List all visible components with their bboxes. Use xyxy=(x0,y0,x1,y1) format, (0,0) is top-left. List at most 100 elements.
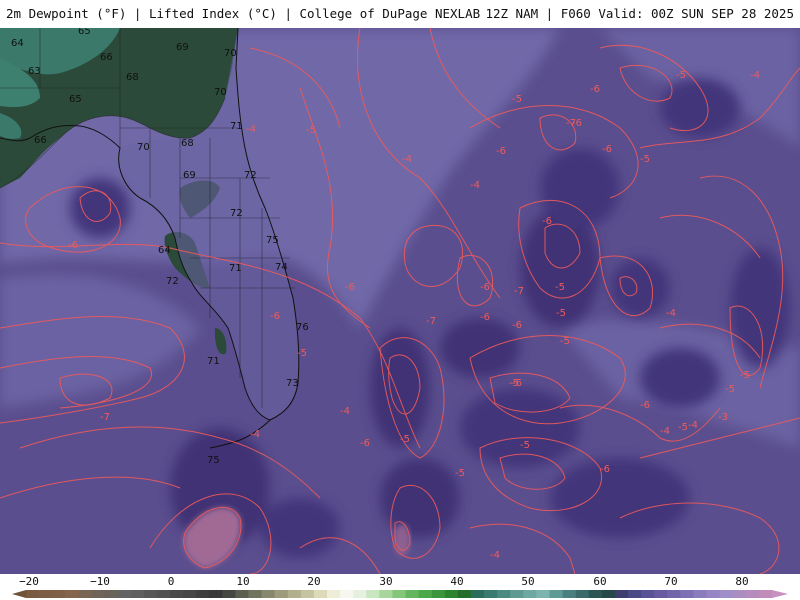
colorbar-cell xyxy=(130,590,145,598)
li-label: -5 xyxy=(509,378,519,389)
colorbar-cell xyxy=(235,590,249,598)
dewpoint-label: 64 xyxy=(158,245,171,256)
colorbar-cell xyxy=(706,590,721,598)
colorbar-cell xyxy=(209,590,223,598)
dewpoint-label: 72 xyxy=(166,276,179,287)
header-title-right: 12Z NAM | F060 Valid: 00Z SUN SEP 28 202… xyxy=(485,6,794,21)
li-label: -6 xyxy=(360,438,370,449)
li-label: -5 xyxy=(560,336,570,347)
colorbar: −20 −10 0 10 20 30 40 50 60 70 80 xyxy=(0,574,800,600)
dewpoint-label: 74 xyxy=(275,262,288,273)
colorbar-cell xyxy=(39,590,53,598)
li-label: -6 xyxy=(480,282,490,293)
li-label: -6 xyxy=(602,144,612,155)
li-label: -5 xyxy=(297,348,307,359)
li-label: -6 xyxy=(345,282,355,293)
colorbar-tick-label: 50 xyxy=(521,575,535,588)
dewpoint-label: 73 xyxy=(286,378,299,389)
colorbar-cell xyxy=(353,590,367,598)
li-label: -5 xyxy=(725,384,735,395)
li-label: -5 xyxy=(520,440,530,451)
colorbar-cell xyxy=(601,590,616,598)
li-label: -4 xyxy=(250,429,260,440)
header: 2m Dewpoint (°F) | Lifted Index (°C) | C… xyxy=(0,0,800,28)
colorbar-cell xyxy=(457,590,472,598)
colorbar-tick-label: 30 xyxy=(379,575,393,588)
colorbar-cell xyxy=(222,590,236,598)
colorbar-cell xyxy=(156,590,171,598)
dewpoint-label: 71 xyxy=(207,356,220,367)
colorbar-tick-label: −10 xyxy=(90,575,110,588)
colorbar-tick-label: 70 xyxy=(664,575,678,588)
li-label: -6 xyxy=(542,216,552,227)
li-label: -5 xyxy=(512,94,522,105)
colorbar-cell xyxy=(248,590,263,598)
dewpoint-label: 72 xyxy=(244,170,257,181)
colorbar-cell xyxy=(379,590,393,598)
colorbar-cell xyxy=(117,590,132,598)
colorbar-tick-label: 20 xyxy=(307,575,321,588)
colorbar-cell xyxy=(470,590,485,598)
dewpoint-label: 64 xyxy=(11,38,24,49)
colorbar-cell xyxy=(628,590,642,598)
colorbar-cell xyxy=(169,590,184,598)
dewpoint-label: 76 xyxy=(296,322,309,333)
li-label: -7 xyxy=(426,316,436,327)
colorbar-cell xyxy=(680,590,694,598)
li-label: -5 xyxy=(678,422,688,433)
li-label: -5 xyxy=(740,370,750,381)
li-label: -4 xyxy=(340,406,350,417)
colorbar-tick-label: −20 xyxy=(19,575,39,588)
colorbar-left-arrow xyxy=(12,590,26,598)
li-label: -4 xyxy=(470,180,480,191)
li-label: -5 xyxy=(306,125,316,136)
li-label: -5 xyxy=(555,282,565,293)
colorbar-cell xyxy=(523,590,537,598)
li-label: -5 xyxy=(676,70,686,81)
colorbar-tick-label: 0 xyxy=(167,575,175,588)
dewpoint-label: 65 xyxy=(69,94,82,105)
colorbar-cell xyxy=(327,590,341,598)
colorbar-cell xyxy=(549,590,564,598)
li-label: -7 xyxy=(566,118,576,129)
li-label: -4 xyxy=(688,420,698,431)
dewpoint-label: 70 xyxy=(224,48,237,59)
li-label: -5 xyxy=(556,308,566,319)
colorbar-cell xyxy=(104,590,119,598)
li-label: -6 xyxy=(512,320,522,331)
colorbar-cell xyxy=(654,590,668,598)
dewpoint-label: 72 xyxy=(230,208,243,219)
li-label: -4 xyxy=(402,154,412,165)
li-label: -6 xyxy=(600,464,610,475)
colorbar-cell xyxy=(261,590,276,598)
weather-map: 65 64 69 70 66 63 68 65 70 66 71 70 68 72 69 72 75 64 71 74… xyxy=(0,28,800,574)
colorbar-tick-label: 80 xyxy=(735,575,749,588)
li-label: -4 xyxy=(666,308,676,319)
colorbar-cell xyxy=(444,590,459,598)
dewpoint-label: 69 xyxy=(176,42,189,53)
li-label: -7 xyxy=(100,412,110,423)
li-label: -5 xyxy=(455,468,465,479)
li-label: -7 xyxy=(514,286,524,297)
dewpoint-label: 63 xyxy=(28,66,41,77)
dewpoint-label: 68 xyxy=(181,138,194,149)
li-label: -6 xyxy=(480,312,490,323)
colorbar-scale xyxy=(12,590,788,598)
colorbar-tick-label: 60 xyxy=(593,575,607,588)
colorbar-cell xyxy=(274,590,289,598)
dewpoint-label: 65 xyxy=(78,28,91,37)
colorbar-cell xyxy=(65,590,79,598)
colorbar-cell xyxy=(26,590,40,598)
li-label: -6 xyxy=(68,240,78,251)
colorbar-cell xyxy=(431,590,446,598)
dewpoint-label: 69 xyxy=(183,170,196,181)
dewpoint-label: 70 xyxy=(214,87,227,98)
colorbar-cell xyxy=(667,590,681,598)
colorbar-cell xyxy=(641,590,655,598)
colorbar-cell xyxy=(287,590,302,598)
colorbar-cell xyxy=(745,590,760,598)
dewpoint-label: 68 xyxy=(126,72,139,83)
dewpoint-label: 71 xyxy=(230,121,243,132)
li-label: -4 xyxy=(246,124,256,135)
colorbar-tick-label: 40 xyxy=(450,575,464,588)
